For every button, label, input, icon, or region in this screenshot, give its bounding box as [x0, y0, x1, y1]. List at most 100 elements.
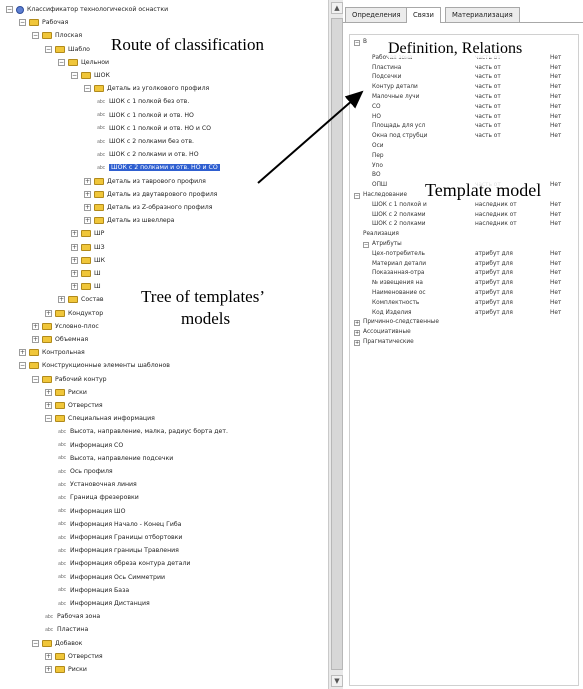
expand-icon[interactable]: + — [354, 340, 360, 346]
collapse-icon[interactable]: − — [354, 193, 360, 199]
collapse-icon[interactable]: − — [45, 415, 52, 423]
expand-icon[interactable]: + — [354, 330, 360, 337]
expand-icon[interactable]: + — [84, 204, 91, 211]
tree-node[interactable]: abc Информация База — [58, 585, 129, 596]
scroll-up-arrow-icon[interactable]: ▲ — [331, 2, 343, 14]
relation-row[interactable]: Материал детали атрибут для Нет — [350, 261, 578, 270]
expand-icon[interactable]: + — [84, 190, 91, 198]
tree-node[interactable]: + Риски — [45, 664, 87, 675]
tree-node[interactable]: + Состав — [58, 294, 104, 305]
relation-row[interactable]: Окна под струбци часть от Нет — [350, 133, 578, 142]
relation-row[interactable]: Показанная-отра атрибут для Нет — [350, 270, 578, 279]
relation-row[interactable]: + Прагматические — [350, 339, 578, 348]
tree-node[interactable]: abc Информация ШО — [58, 506, 126, 517]
expand-icon[interactable]: + — [19, 349, 26, 357]
tree-node[interactable]: abc Высота, направление, малка, радиус бо… — [58, 426, 228, 437]
tree-node[interactable]: abc ШОК с 1 полкой без отв. — [97, 96, 189, 107]
tree-node[interactable]: abc Пластина — [45, 624, 88, 635]
expand-icon[interactable]: + — [45, 309, 52, 317]
relation-row[interactable]: Оси — [350, 143, 578, 152]
collapse-icon[interactable]: − — [32, 32, 39, 40]
collapse-icon[interactable]: − — [19, 362, 26, 370]
tree-node[interactable]: + Ш — [71, 281, 101, 292]
tree-node[interactable]: − Деталь из уголкового профиля — [84, 83, 209, 94]
tree-node[interactable]: abc Ось профиля — [58, 466, 113, 477]
expand-icon[interactable]: + — [45, 402, 52, 409]
expand-icon[interactable]: + — [45, 652, 52, 660]
relation-row[interactable]: НО часть от Нет — [350, 114, 578, 123]
expand-icon[interactable]: + — [58, 296, 65, 304]
tree-node[interactable]: abc Рабочая зона — [45, 611, 100, 622]
expand-icon[interactable]: + — [32, 322, 39, 330]
tree-node[interactable]: + Деталь из Z-образного профиля — [84, 202, 212, 213]
expand-icon[interactable]: + — [71, 243, 78, 251]
tree-node[interactable]: − Плоская — [32, 30, 82, 41]
relation-row[interactable]: + Причинно-следственные — [350, 319, 578, 328]
tree-node[interactable]: + Деталь из таврового профиля — [84, 176, 206, 187]
relation-row[interactable]: Малочные лучи часть от Нет — [350, 94, 578, 103]
tree-node[interactable]: + Кондуктор — [45, 308, 103, 319]
tree-node[interactable]: abc Высота, направление подсечки — [58, 453, 173, 464]
tab-definitions[interactable]: Определения — [345, 7, 408, 22]
expand-icon[interactable]: + — [45, 666, 52, 673]
collapse-icon[interactable]: − — [354, 40, 360, 46]
relation-row[interactable]: Пер — [350, 153, 578, 162]
tree-node[interactable]: abc ШОК с 2 полками без отв. — [97, 136, 194, 147]
tree-node[interactable]: − Специальная информация — [45, 413, 155, 424]
tree-node[interactable]: abc Информация Границы отбортовки — [58, 532, 182, 543]
relation-row[interactable]: Подсечки часть от Нет — [350, 74, 578, 83]
relation-row[interactable]: Площадь для усл часть от Нет — [350, 123, 578, 132]
tree-node[interactable]: − Цельнои — [58, 57, 109, 68]
tree-node[interactable]: abc ШОК с 1 полкой и отв. НО и СО — [97, 123, 211, 134]
tree-node[interactable]: − Рабочая — [19, 17, 68, 28]
relation-row[interactable]: Цех-потребитель атрибут для Нет — [350, 251, 578, 260]
relation-row[interactable]: Контур детали часть от Нет — [350, 84, 578, 93]
collapse-icon[interactable]: − — [71, 72, 78, 79]
tree-node[interactable]: abc ШОК с 2 полками и отв. НО — [97, 149, 199, 160]
tree-node[interactable]: + Контрольная — [19, 347, 85, 358]
tree-node[interactable]: abc Информация СО — [58, 440, 123, 451]
tree-node[interactable]: abc Граница фрезеровки — [58, 492, 139, 503]
tab-relations[interactable]: Связи — [406, 7, 441, 23]
tree-node[interactable]: + Деталь из швеллера — [84, 215, 174, 226]
relation-row[interactable]: Упо — [350, 163, 578, 172]
tree-node[interactable]: + ШЗ — [71, 242, 105, 253]
relation-row[interactable]: Комплектность атрибут для Нет — [350, 300, 578, 309]
expand-icon[interactable]: + — [71, 270, 78, 277]
tree-node[interactable]: abc Информация Ось Симметрии — [58, 572, 165, 583]
tree-node[interactable]: − ШОК — [71, 70, 110, 81]
tree-node[interactable]: abc Информация обреза контура детали — [58, 558, 190, 569]
tree-node[interactable]: abc Информация Дистанция — [58, 598, 150, 609]
collapse-icon[interactable]: − — [19, 19, 26, 27]
tree-node[interactable]: + Риски — [45, 387, 87, 398]
tree-node[interactable]: + Отверстия — [45, 651, 103, 662]
tree-node[interactable]: − Конструкционные элементы шаблонов — [19, 360, 170, 371]
relation-row[interactable]: Пластина часть от Нет — [350, 65, 578, 74]
collapse-icon[interactable]: − — [6, 6, 13, 13]
tree-node[interactable]: − Шабло — [45, 44, 90, 55]
relation-row[interactable]: ШОК с 2 полками наследник от Нет — [350, 221, 578, 230]
tree-node[interactable]: abc ШОК с 1 полкой и отв. НО — [97, 110, 194, 121]
expand-icon[interactable]: + — [354, 320, 360, 327]
tree-node[interactable]: + Условно-плос — [32, 321, 99, 332]
collapse-icon[interactable]: − — [84, 85, 91, 93]
tree-node[interactable]: + ШР — [71, 228, 104, 239]
scroll-down-arrow-icon[interactable]: ▼ — [331, 675, 343, 687]
expand-icon[interactable]: + — [84, 177, 91, 185]
collapse-icon[interactable]: − — [58, 58, 65, 66]
relation-row[interactable]: № извещения на атрибут для Нет — [350, 280, 578, 289]
tree-node[interactable]: + Деталь из двутаврового профиля — [84, 189, 217, 200]
tree-node[interactable]: + Отверстия — [45, 400, 103, 411]
scrollbar-thumb[interactable] — [331, 18, 343, 670]
relation-row[interactable]: Код Изделия атрибут для Нет — [350, 310, 578, 319]
expand-icon[interactable]: + — [71, 283, 78, 291]
tree-node[interactable]: + Ш — [71, 268, 101, 279]
tree-node[interactable]: abc ШОК с 2 полками и отв. НО и СО — [97, 162, 220, 173]
expand-icon[interactable]: + — [71, 230, 78, 238]
expand-icon[interactable]: + — [32, 336, 39, 343]
relation-row[interactable]: + Ассоциативные — [350, 329, 578, 338]
tree-node[interactable]: abc Установочная линия — [58, 479, 137, 490]
relation-row[interactable]: − Атрибуты — [350, 241, 578, 250]
collapse-icon[interactable]: − — [45, 45, 52, 53]
expand-icon[interactable]: + — [71, 256, 78, 264]
